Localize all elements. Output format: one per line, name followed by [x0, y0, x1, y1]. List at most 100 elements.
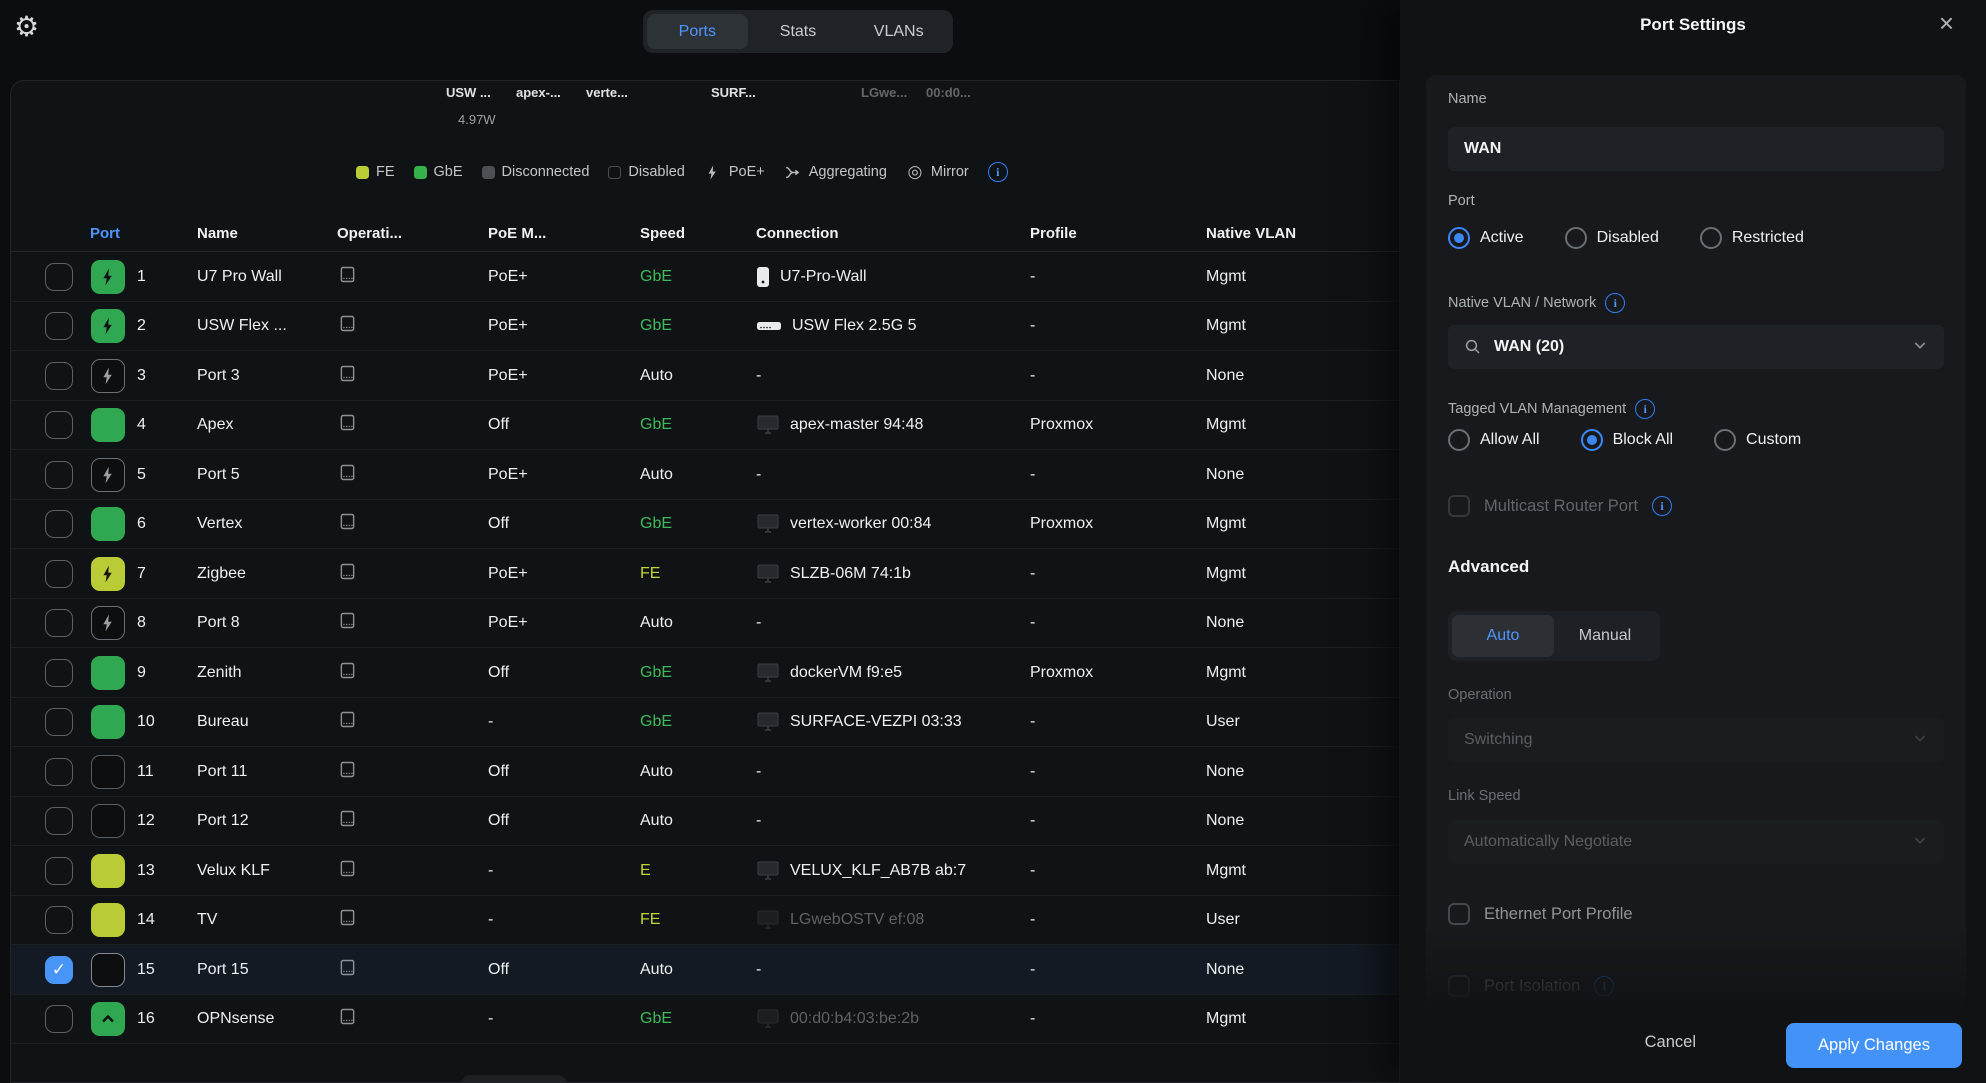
radio-dot: [1448, 429, 1470, 451]
row-checkbox[interactable]: [45, 906, 73, 934]
connection-text: -: [756, 812, 761, 830]
port-isolation-info-icon[interactable]: i: [1594, 976, 1614, 996]
row-checkbox[interactable]: [45, 560, 73, 588]
row-checkbox[interactable]: [45, 263, 73, 291]
column-port[interactable]: Port: [90, 225, 120, 242]
column-speed[interactable]: Speed: [640, 225, 685, 242]
multicast-info-icon[interactable]: i: [1652, 496, 1672, 516]
tagged-vlan-label: Tagged VLAN Managementi: [1448, 399, 1655, 419]
tagged-vlan-info-icon[interactable]: i: [1635, 399, 1655, 419]
port-profile: -: [1030, 317, 1035, 335]
radio-label: Restricted: [1732, 229, 1804, 247]
connection: vertex-worker 00:84: [756, 513, 931, 535]
radio-restricted[interactable]: Restricted: [1700, 227, 1804, 249]
column-connection[interactable]: Connection: [756, 225, 839, 242]
radio-dot: [1700, 227, 1722, 249]
radio-block-all[interactable]: Block All: [1581, 429, 1673, 451]
radio-allow-all[interactable]: Allow All: [1448, 429, 1540, 451]
connection: apex-master 94:48: [756, 414, 923, 436]
radio-disabled[interactable]: Disabled: [1565, 227, 1659, 249]
chevron-down-icon: [1912, 832, 1928, 853]
table-row[interactable]: 3Port 3PoE+Auto--None: [11, 351, 1399, 401]
table-row[interactable]: 2USW Flex ...PoE+GbEUSW Flex 2.5G 5-Mgmt: [11, 302, 1399, 352]
port-speed: GbE: [640, 268, 672, 286]
row-checkbox[interactable]: [45, 461, 73, 489]
row-checkbox[interactable]: [45, 510, 73, 538]
port-profile: -: [1030, 466, 1035, 484]
port-speed: Auto: [640, 614, 673, 632]
row-checkbox[interactable]: [45, 807, 73, 835]
table-row[interactable]: 5Port 5PoE+Auto--None: [11, 450, 1399, 500]
table-row[interactable]: 8Port 8PoE+Auto--None: [11, 599, 1399, 649]
row-checkbox[interactable]: [45, 411, 73, 439]
column-profile[interactable]: Profile: [1030, 225, 1077, 242]
table-row[interactable]: 12Port 12OffAuto--None: [11, 797, 1399, 847]
port-speed: GbE: [640, 317, 672, 335]
row-checkbox[interactable]: ✓: [45, 956, 73, 984]
table-row[interactable]: 16OPNsense-GbE00:d0:b4:03:be:2b-Mgmt: [11, 995, 1399, 1045]
row-checkbox[interactable]: [45, 1005, 73, 1033]
poe-mode: PoE+: [488, 367, 528, 385]
connection: -: [756, 466, 761, 484]
name-input[interactable]: [1448, 127, 1944, 171]
port-isolation-checkbox[interactable]: Port Isolation i: [1448, 975, 1614, 997]
row-checkbox[interactable]: [45, 362, 73, 390]
tab-vlans[interactable]: VLANs: [848, 14, 949, 49]
radio-custom[interactable]: Custom: [1714, 429, 1801, 451]
poe-mode: PoE+: [488, 614, 528, 632]
fe-swatch: [356, 166, 369, 179]
tab-ports[interactable]: Ports: [647, 14, 748, 49]
pagination-button[interactable]: [461, 1075, 567, 1083]
close-icon[interactable]: ×: [1939, 8, 1954, 39]
column-name[interactable]: Name: [197, 225, 238, 242]
mode-manual[interactable]: Manual: [1554, 615, 1656, 657]
row-checkbox[interactable]: [45, 857, 73, 885]
table-row[interactable]: 10Bureau-GbESURFACE-VEZPI 03:33-User: [11, 698, 1399, 748]
table-row[interactable]: 9ZenithOffGbEdockerVM f9:e5ProxmoxMgmt: [11, 648, 1399, 698]
mode-auto[interactable]: Auto: [1452, 615, 1554, 657]
row-checkbox[interactable]: [45, 708, 73, 736]
table-row[interactable]: 7ZigbeePoE+FESLZB-06M 74:1b-Mgmt: [11, 549, 1399, 599]
connection-text: SURFACE-VEZPI 03:33: [790, 713, 962, 731]
cancel-button[interactable]: Cancel: [1645, 1033, 1696, 1052]
port-name: Velux KLF: [197, 862, 270, 880]
row-checkbox[interactable]: [45, 758, 73, 786]
column-operation[interactable]: Operati...: [337, 225, 402, 242]
table-row[interactable]: 14TV-FELGwebOSTV ef:08-User: [11, 896, 1399, 946]
settings-gear-icon[interactable]: ⚙: [14, 10, 39, 43]
port-speed: Auto: [640, 812, 673, 830]
port-name: Port 5: [197, 466, 240, 484]
table-row[interactable]: 1U7 Pro WallPoE+GbEU7-Pro-Wall-Mgmt: [11, 252, 1399, 302]
multicast-router-checkbox[interactable]: Multicast Router Port i: [1448, 495, 1672, 517]
row-checkbox[interactable]: [45, 609, 73, 637]
column-poe-mode[interactable]: PoE M...: [488, 225, 546, 242]
native-vlan: Mgmt: [1206, 317, 1246, 335]
legend-info-icon[interactable]: i: [988, 162, 1008, 182]
native-vlan-dropdown[interactable]: WAN (20): [1448, 325, 1944, 369]
ports-content-card: USW ... apex-... verte... SURF... LGwe..…: [10, 80, 1400, 1083]
apply-changes-button[interactable]: Apply Changes: [1786, 1023, 1962, 1068]
port-status-icon: [91, 755, 125, 789]
advanced-mode-toggle: Auto Manual: [1448, 611, 1660, 661]
native-vlan: Mgmt: [1206, 565, 1246, 583]
native-vlan: User: [1206, 713, 1240, 731]
port-speed: GbE: [640, 664, 672, 682]
row-checkbox[interactable]: [45, 312, 73, 340]
native-vlan-info-icon[interactable]: i: [1605, 293, 1625, 313]
table-row[interactable]: ✓15Port 15OffAuto--None: [11, 945, 1399, 995]
link-speed-label: Link Speed: [1448, 788, 1521, 804]
table-row[interactable]: 4ApexOffGbEapex-master 94:48ProxmoxMgmt: [11, 401, 1399, 451]
table-row[interactable]: 6VertexOffGbEvertex-worker 00:84ProxmoxM…: [11, 500, 1399, 550]
column-native-vlan[interactable]: Native VLAN: [1206, 225, 1296, 242]
switch-device-icon: [337, 907, 358, 933]
table-row[interactable]: 13Velux KLF-EVELUX_KLF_AB7B ab:7-Mgmt: [11, 846, 1399, 896]
radio-active[interactable]: Active: [1448, 227, 1524, 249]
poe-mode: Off: [488, 812, 509, 830]
ethernet-port-profile-checkbox[interactable]: Ethernet Port Profile: [1448, 903, 1633, 925]
operation-dropdown[interactable]: Switching: [1448, 718, 1944, 762]
link-speed-dropdown[interactable]: Automatically Negotiate: [1448, 820, 1944, 864]
table-row[interactable]: 11Port 11OffAuto--None: [11, 747, 1399, 797]
radio-label: Active: [1480, 229, 1524, 247]
tab-stats[interactable]: Stats: [748, 14, 849, 49]
row-checkbox[interactable]: [45, 659, 73, 687]
